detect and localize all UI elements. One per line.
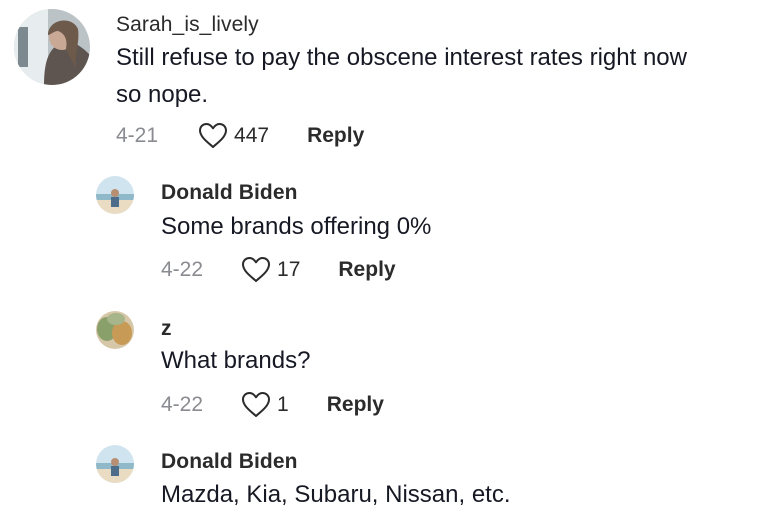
comment-text-line-2: so nope. [116,81,209,108]
reply-text: Some brands offering 0% [161,213,432,240]
like-count: 17 [277,257,301,281]
comment-text-line-1: Still refuse to pay the obscene interest… [116,44,687,71]
like-button[interactable]: 447 [198,122,269,149]
heart-outline-icon [242,257,271,282]
reply-date: 4-22 [161,257,204,281]
reply-button[interactable]: Reply [327,393,384,417]
like-button[interactable]: 1 [241,391,289,418]
username-z[interactable]: z [161,317,172,341]
username-donald[interactable]: Donald Biden [161,450,298,474]
avatar-donald[interactable] [96,445,134,483]
username-sarah[interactable]: Sarah_is_lively [116,13,259,37]
reply-button[interactable]: Reply [338,258,395,282]
heart-outline-icon [199,123,228,148]
like-count: 447 [234,123,270,147]
comment-meta-sarah: 4-21 447 Reply [116,122,364,149]
reply-text: What brands? [161,347,311,374]
avatar-z[interactable] [96,311,134,349]
reply-date: 4-22 [161,392,204,416]
like-button[interactable]: 17 [241,256,300,283]
avatar-donald-image [96,445,134,483]
username-donald[interactable]: Donald Biden [161,181,298,205]
like-count: 1 [277,392,289,416]
heart-outline-icon [242,392,271,417]
reply-button[interactable]: Reply [307,124,364,148]
avatar-sarah[interactable] [14,9,90,85]
avatar-donald[interactable] [96,176,134,214]
comment-date: 4-21 [116,123,159,147]
reply-text: Mazda, Kia, Subaru, Nissan, etc. [161,481,511,508]
avatar-z-image [96,311,134,349]
avatar-sarah-image [14,9,90,85]
avatar-donald-image [96,176,134,214]
reply-meta: 4-22 17 Reply [161,256,396,283]
reply-meta: 4-22 1 Reply [161,391,384,418]
